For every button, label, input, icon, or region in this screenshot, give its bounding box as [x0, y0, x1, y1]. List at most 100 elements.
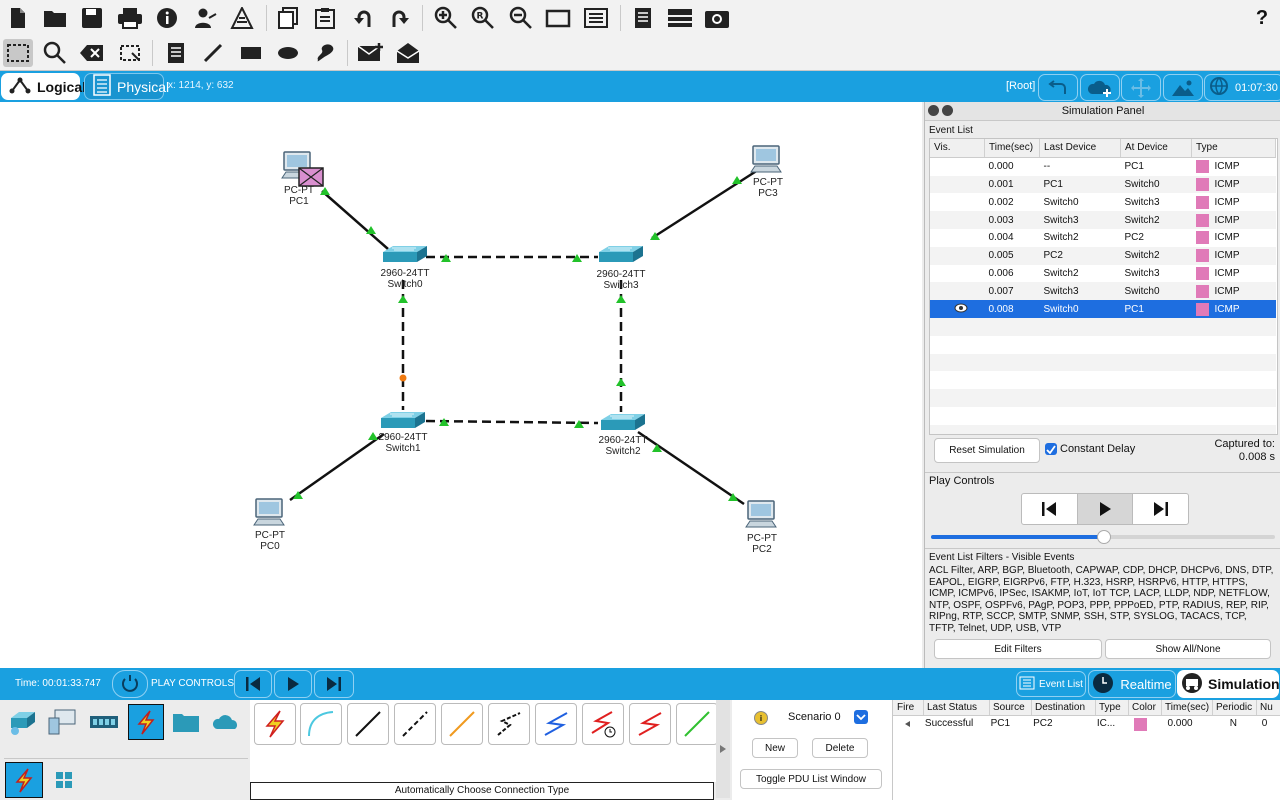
event-row[interactable]: 0.006 Switch2 Switch3 ICMP [930, 264, 1276, 283]
undo-icon[interactable] [349, 4, 377, 32]
place-note-icon[interactable] [162, 39, 190, 67]
new-scenario-button[interactable]: New [752, 738, 798, 758]
new-file-icon[interactable] [4, 4, 32, 32]
edit-filters-button[interactable]: Edit Filters [934, 639, 1102, 659]
add-simple-pdu-icon[interactable] [357, 39, 385, 67]
auto-connection-icon[interactable] [254, 703, 296, 745]
expand-arrow-icon[interactable] [716, 700, 730, 798]
move-object-icon[interactable] [1121, 74, 1161, 101]
info-icon[interactable] [153, 4, 181, 32]
coaxial-cable-icon[interactable] [535, 703, 577, 745]
toggle-pdu-list-button[interactable]: Toggle PDU List Window [740, 769, 882, 789]
col-time[interactable]: Time(sec) [984, 139, 1040, 158]
chevron-down-icon[interactable] [854, 710, 868, 724]
fire-pdu-icon[interactable] [893, 716, 922, 732]
realtime-mode-tab[interactable]: Realtime [1088, 670, 1176, 698]
speed-slider-thumb[interactable] [1097, 530, 1111, 544]
bottom-play-button[interactable] [274, 670, 312, 698]
miscellaneous-icon[interactable] [170, 706, 202, 738]
event-row[interactable] [930, 389, 1276, 407]
delete-scenario-button[interactable]: Delete [812, 738, 868, 758]
event-row[interactable]: 0.004 Switch2 PC2 ICMP [930, 228, 1276, 247]
copper-cross-over-icon[interactable] [394, 703, 436, 745]
scenario-info-icon[interactable]: i [754, 711, 768, 725]
pdu-col-periodic[interactable]: Periodic [1213, 700, 1257, 715]
step-forward-button[interactable] [1133, 494, 1188, 524]
multiuser-cloud-icon[interactable] [210, 706, 242, 738]
open-folder-icon[interactable] [41, 4, 69, 32]
zoom-in-icon[interactable] [432, 4, 460, 32]
event-row[interactable] [930, 371, 1276, 390]
end-devices-icon[interactable] [46, 706, 78, 738]
pdu-col-color[interactable]: Color [1129, 700, 1162, 715]
serial-dce-icon[interactable] [582, 703, 624, 745]
help-button[interactable]: ? [1248, 4, 1276, 32]
back-button[interactable] [1038, 74, 1078, 101]
root-label[interactable]: [Root] [1006, 80, 1035, 92]
fiber-cable-icon[interactable] [441, 703, 483, 745]
connections-subtype-icon[interactable] [5, 762, 43, 798]
col-at-device[interactable]: At Device [1120, 139, 1192, 158]
new-cluster-icon[interactable] [1080, 74, 1120, 101]
event-row[interactable]: 0.005 PC2 Switch2 ICMP [930, 246, 1276, 265]
reset-simulation-button[interactable]: Reset Simulation [934, 438, 1040, 463]
pdu-col-num[interactable]: Nu [1257, 700, 1280, 715]
zoom-reset-icon[interactable]: R [469, 4, 497, 32]
custom-device-dialog-icon[interactable] [582, 4, 610, 32]
copper-straight-through-icon[interactable] [347, 703, 389, 745]
pdu-col-source[interactable]: Source [990, 700, 1032, 715]
logical-workspace[interactable]: PC-PT PC1 PC-PT PC3 PC-PT PC0 PC-PT PC2 2960… [0, 102, 922, 668]
components-icon[interactable] [88, 706, 120, 738]
print-icon[interactable] [116, 4, 144, 32]
step-back-button[interactable] [1022, 494, 1078, 524]
eye-icon[interactable] [954, 303, 968, 316]
pdu-col-time[interactable]: Time(sec) [1162, 700, 1213, 715]
speed-slider-track[interactable] [931, 530, 1275, 544]
simulation-mode-tab[interactable]: Simulation [1177, 670, 1280, 698]
tab-logical[interactable]: Logical [1, 73, 86, 100]
event-row[interactable]: 0.007 Switch3 Switch0 ICMP [930, 282, 1276, 301]
serial-dte-icon[interactable] [629, 703, 671, 745]
add-complex-pdu-icon[interactable] [395, 39, 423, 67]
pdu-col-fire[interactable]: Fire [893, 700, 924, 715]
event-list-toggle[interactable]: Event List [1016, 671, 1086, 697]
resize-shape-icon[interactable] [116, 39, 144, 67]
freeform-draw-icon[interactable] [311, 39, 339, 67]
activity-wizard-icon[interactable] [228, 4, 256, 32]
tab-physical[interactable]: Physical [84, 73, 169, 100]
event-row[interactable]: 0.003 Switch3 Switch2 ICMP [930, 211, 1276, 229]
constant-delay-checkbox[interactable] [1045, 443, 1057, 455]
delete-tool-icon[interactable] [78, 39, 106, 67]
paste-icon[interactable] [311, 4, 339, 32]
event-row[interactable] [930, 353, 1276, 372]
window-icon[interactable] [544, 4, 572, 32]
power-cycle-icon[interactable] [112, 670, 148, 698]
save-icon[interactable] [78, 4, 106, 32]
pdu-col-destination[interactable]: Destination [1032, 700, 1096, 715]
event-row[interactable] [930, 335, 1276, 354]
inspect-tool-icon[interactable] [41, 39, 69, 67]
connections-icon[interactable] [128, 704, 164, 740]
console-cable-icon[interactable] [300, 703, 342, 745]
pdu-col-type[interactable]: Type [1096, 700, 1129, 715]
set-background-icon[interactable] [1163, 74, 1203, 101]
user-profile-icon[interactable] [191, 4, 219, 32]
select-tool-icon[interactable] [3, 39, 33, 67]
event-list-table[interactable]: Vis. Time(sec) Last Device At Device Typ… [929, 138, 1278, 435]
event-row[interactable] [930, 406, 1276, 425]
camera-screenshot-icon[interactable] [703, 4, 731, 32]
pdu-row[interactable]: Successful PC1 PC2 IC... 0.000 N 0 [893, 716, 1280, 732]
undock-icon[interactable] [942, 105, 953, 116]
play-button[interactable] [1077, 494, 1134, 524]
col-last-device[interactable]: Last Device [1039, 139, 1121, 158]
event-row[interactable]: 0.000 -- PC1 ICMP [930, 157, 1276, 176]
grid-view-icon[interactable] [50, 766, 78, 794]
bottom-step-back-button[interactable] [234, 670, 272, 698]
device-template-icon[interactable] [666, 4, 694, 32]
event-row[interactable] [930, 424, 1276, 434]
draw-line-icon[interactable] [199, 39, 227, 67]
event-row[interactable]: 0.001 PC1 Switch0 ICMP [930, 175, 1276, 194]
scenario-select[interactable]: Scenario 0 [788, 711, 841, 723]
octal-cable-icon[interactable] [676, 703, 718, 745]
copy-icon[interactable] [274, 4, 302, 32]
